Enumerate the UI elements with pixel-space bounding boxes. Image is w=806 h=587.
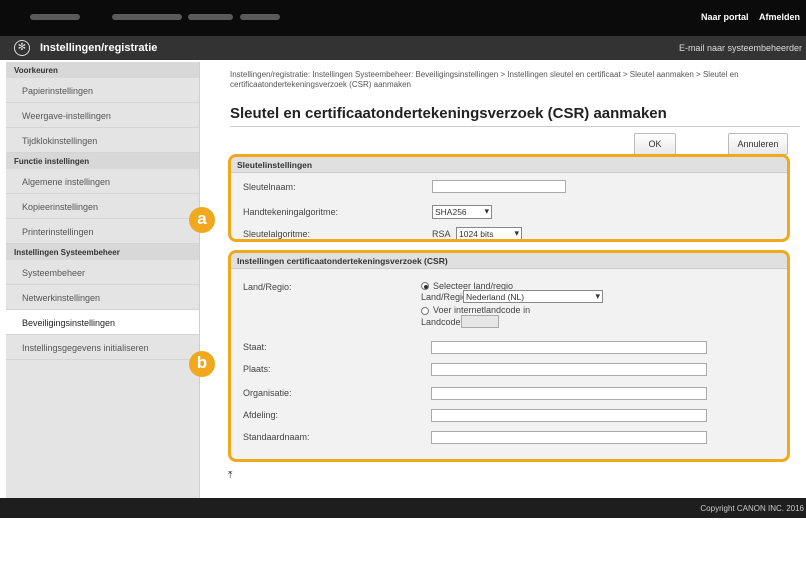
sidebar-item-algemene[interactable]: Algemene instellingen — [6, 169, 199, 194]
sidebar-item-beveiliging[interactable]: Beveiligingsinstellingen — [6, 310, 199, 335]
csr-settings-panel: Instellingen certificaatondertekeningsve… — [228, 250, 790, 462]
key-name-label: Sleutelnaam: — [243, 182, 296, 192]
scroll-to-top-icon[interactable]: ⤒ — [228, 470, 232, 481]
sidebar-item-initialiseren[interactable]: Instellingsgegevens initialiseren — [6, 335, 199, 360]
callout-badge-b: b — [189, 351, 215, 377]
sidebar-header-voorkeuren: Voorkeuren — [6, 62, 199, 78]
key-settings-panel: Sleutelinstellingen Sleutelnaam: Handtek… — [228, 154, 790, 242]
city-label: Plaats: — [243, 364, 271, 374]
common-name-label: Standaardnaam: — [243, 432, 310, 442]
top-links: Naar portal Afmelden — [693, 12, 800, 22]
signature-algorithm-value: SHA256 — [435, 207, 467, 217]
state-input[interactable] — [431, 341, 707, 354]
department-input[interactable] — [431, 409, 707, 422]
copyright-text: Copyright CANON INC. 2016 — [700, 504, 804, 513]
department-label: Afdeling: — [243, 410, 279, 420]
sidebar-item-papierinstellingen[interactable]: Papierinstellingen — [6, 78, 199, 103]
blurred-text — [188, 14, 233, 20]
country-select[interactable]: Nederland (NL) ▾ — [463, 290, 603, 303]
organization-input[interactable] — [431, 387, 707, 400]
app-title: Instellingen/registratie — [40, 42, 158, 54]
settings-logo-icon: ✻ — [14, 40, 30, 56]
signature-algorithm-label: Handtekeningalgoritme: — [243, 207, 339, 217]
main-content: Instellingen/registratie: Instellingen S… — [200, 62, 806, 498]
radio-internet-code[interactable] — [421, 307, 429, 315]
key-length-select[interactable]: 1024 bits ▾ — [456, 227, 522, 239]
key-algorithm-type: RSA — [432, 229, 451, 239]
sidebar-item-printer[interactable]: Printerinstellingen — [6, 219, 199, 244]
callout-badge-a: a — [189, 207, 215, 233]
key-name-input[interactable] — [432, 180, 566, 193]
signature-algorithm-select[interactable]: SHA256 ▾ — [432, 205, 492, 219]
sidebar-item-tijdklok[interactable]: Tijdklokinstellingen — [6, 128, 199, 153]
country-code-input[interactable] — [461, 315, 499, 328]
sidebar-header-functie: Functie instellingen — [6, 153, 199, 169]
breadcrumb: Instellingen/registratie: Instellingen S… — [230, 70, 739, 89]
sidebar-header-systeembeheer: Instellingen Systeembeheer — [6, 244, 199, 260]
blurred-text — [30, 14, 80, 20]
radio-internet-code-label: Voer internetlandcode in — [433, 305, 531, 315]
title-bar: ✻ Instellingen/registratie E-mail naar s… — [0, 36, 806, 60]
cancel-button[interactable]: Annuleren — [728, 133, 788, 155]
common-name-input[interactable] — [431, 431, 707, 444]
ok-button[interactable]: OK — [634, 133, 676, 155]
city-input[interactable] — [431, 363, 707, 376]
country-code-label: Landcode: — [421, 317, 464, 327]
organization-label: Organisatie: — [243, 388, 292, 398]
sidebar-item-netwerk[interactable]: Netwerkinstellingen — [6, 285, 199, 310]
blurred-text — [240, 14, 280, 20]
chevron-down-icon: ▾ — [484, 206, 489, 216]
page-title: Sleutel en certificaatondertekeningsverz… — [230, 105, 667, 122]
email-admin-link[interactable]: E-mail naar systeembeheerder — [679, 43, 802, 53]
key-algorithm-label: Sleutelalgoritme: — [243, 229, 311, 239]
app-root: Naar portal Afmelden ✻ Instellingen/regi… — [0, 0, 806, 587]
sidebar-item-systeembeheer[interactable]: Systeembeheer — [6, 260, 199, 285]
country-select-value: Nederland (NL) — [466, 292, 525, 302]
chevron-down-icon: ▾ — [595, 291, 600, 301]
key-length-value: 1024 bits — [459, 229, 494, 239]
top-bar: Naar portal Afmelden — [0, 0, 806, 36]
logout-link[interactable]: Afmelden — [759, 12, 800, 22]
footer: Copyright CANON INC. 2016 — [0, 498, 806, 518]
portal-link[interactable]: Naar portal — [701, 12, 749, 22]
sidebar: Voorkeuren Papierinstellingen Weergave-i… — [6, 62, 200, 498]
radio-select-country[interactable] — [421, 282, 429, 290]
sidebar-item-weergave[interactable]: Weergave-instellingen — [6, 103, 199, 128]
sidebar-item-kopieer[interactable]: Kopieerinstellingen — [6, 194, 199, 219]
chevron-down-icon: ▾ — [514, 228, 519, 238]
key-settings-title: Sleutelinstellingen — [231, 157, 787, 173]
blurred-text — [112, 14, 182, 20]
country-label: Land/Regio: — [243, 282, 292, 292]
csr-settings-title: Instellingen certificaatondertekeningsve… — [231, 253, 787, 269]
state-label: Staat: — [243, 342, 267, 352]
title-divider — [230, 126, 800, 127]
